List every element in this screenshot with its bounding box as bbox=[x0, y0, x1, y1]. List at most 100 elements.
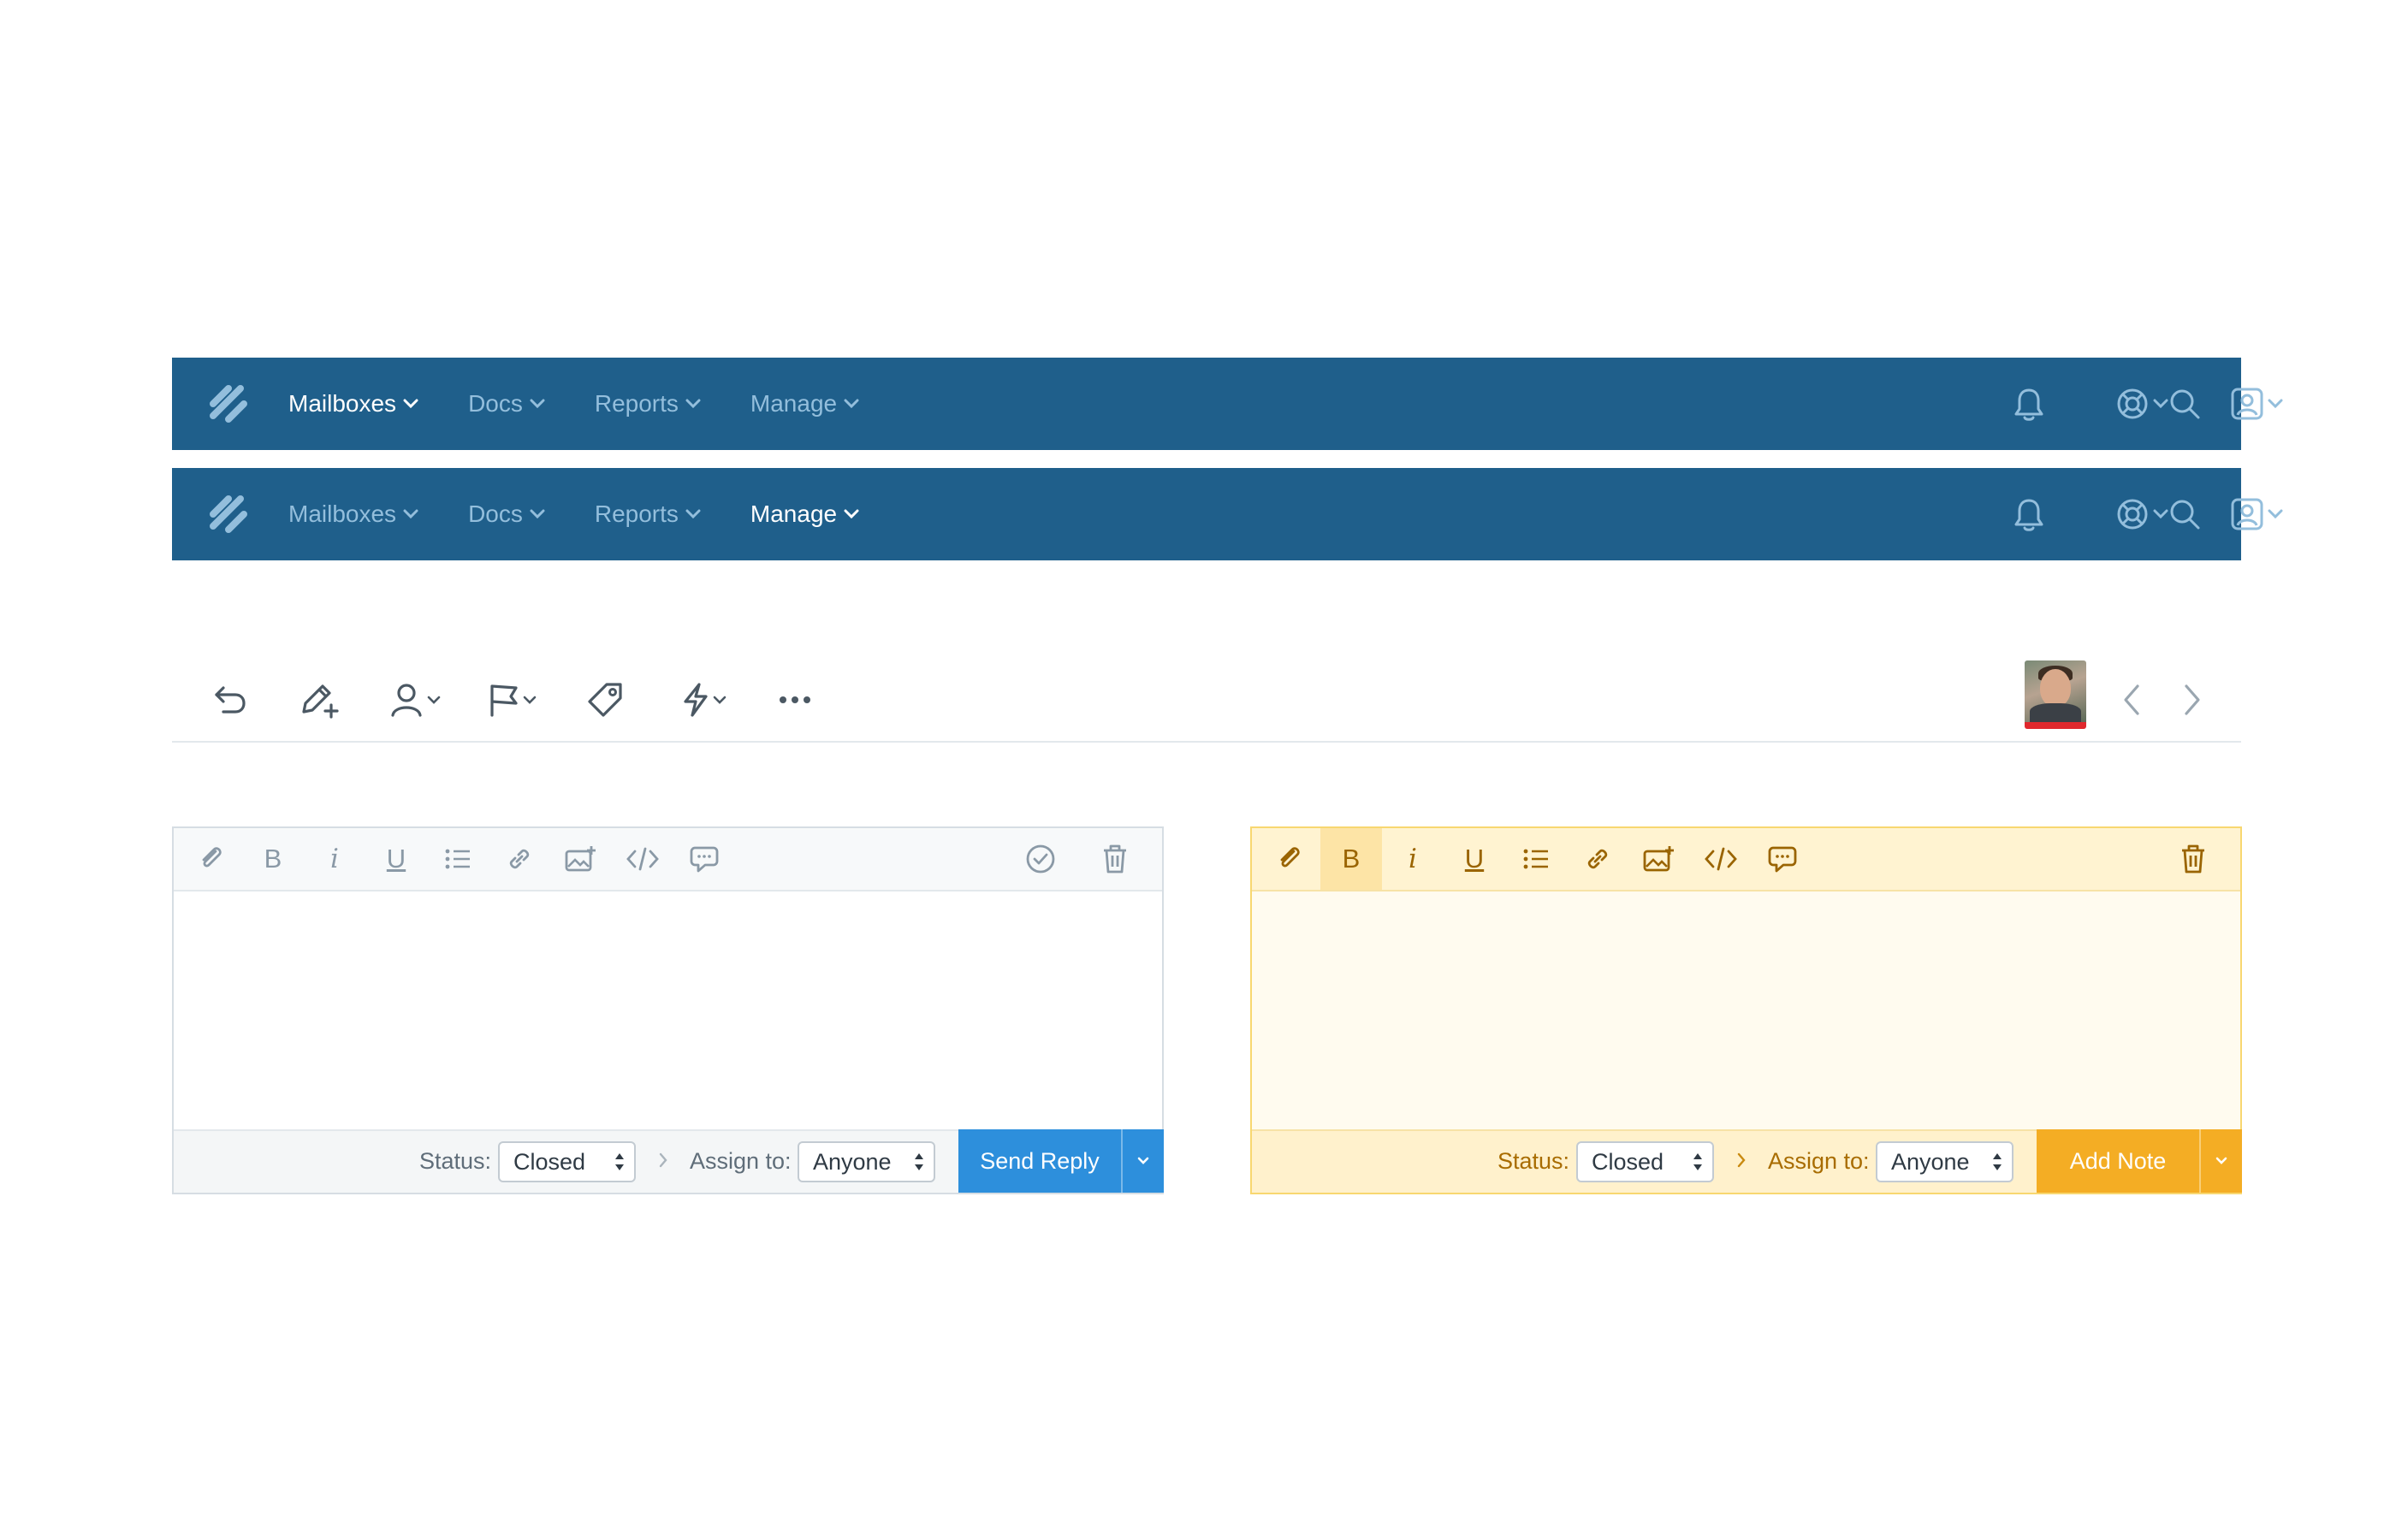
nav-item-label: Reports bbox=[594, 500, 679, 527]
bell-icon[interactable] bbox=[2012, 387, 2046, 423]
saved-reply-icon[interactable] bbox=[673, 828, 735, 890]
trash-icon[interactable] bbox=[1084, 828, 1146, 890]
send-reply-button[interactable]: Send Reply bbox=[958, 1129, 1121, 1193]
nav-item-label: Mailboxes bbox=[288, 500, 397, 527]
status-select[interactable]: Closed bbox=[498, 1141, 636, 1182]
tag-icon[interactable] bbox=[586, 676, 624, 724]
avatar[interactable] bbox=[2025, 660, 2086, 729]
note-editor-toolbar: B i U bbox=[1252, 828, 2240, 891]
assign-select-value: Anyone bbox=[813, 1149, 892, 1175]
nav-item-label: Manage bbox=[750, 500, 838, 527]
profile-icon[interactable] bbox=[2230, 497, 2283, 531]
chevron-down-icon bbox=[2153, 399, 2168, 409]
select-arrows-icon bbox=[614, 1148, 626, 1176]
nav-item-manage[interactable]: Manage bbox=[750, 390, 859, 418]
chevron-down-icon bbox=[844, 399, 859, 409]
list-icon[interactable] bbox=[1505, 828, 1567, 890]
saved-reply-icon[interactable] bbox=[1752, 828, 1813, 890]
reply-editor-body[interactable] bbox=[174, 891, 1162, 1131]
nav-item-label: Manage bbox=[750, 390, 838, 417]
search-icon[interactable] bbox=[2168, 387, 2202, 421]
select-arrows-icon bbox=[913, 1148, 925, 1176]
underline-label: U bbox=[1464, 844, 1485, 874]
lifebuoy-icon[interactable] bbox=[2115, 497, 2168, 531]
chevron-down-icon bbox=[2215, 1156, 2228, 1166]
attachment-icon[interactable] bbox=[181, 828, 242, 890]
assign-label: Assign to: bbox=[690, 1148, 792, 1174]
image-icon[interactable] bbox=[550, 828, 612, 890]
assign-select[interactable]: Anyone bbox=[1876, 1141, 2013, 1182]
nav-menu: Mailboxes Docs Reports Manage bbox=[288, 358, 909, 450]
status-label: Status: bbox=[1498, 1148, 1570, 1174]
previous-icon[interactable] bbox=[2119, 676, 2144, 724]
search-icon[interactable] bbox=[2168, 497, 2202, 531]
nav-item-docs[interactable]: Docs bbox=[468, 390, 545, 418]
helpscout-logo-icon[interactable] bbox=[210, 495, 247, 533]
italic-icon[interactable]: i bbox=[304, 828, 365, 890]
chevron-down-icon bbox=[844, 509, 859, 519]
link-icon[interactable] bbox=[1567, 828, 1628, 890]
note-editor-body[interactable] bbox=[1252, 891, 2240, 1131]
underline-icon[interactable]: U bbox=[365, 828, 427, 890]
bold-icon[interactable]: B bbox=[242, 828, 304, 890]
note-editor-footer: Status: Closed Assign to: Anyone Add Not… bbox=[1252, 1129, 2242, 1193]
more-icon[interactable] bbox=[778, 676, 812, 724]
underline-label: U bbox=[386, 844, 406, 874]
assign-select-value: Anyone bbox=[1891, 1149, 1970, 1175]
image-icon[interactable] bbox=[1628, 828, 1690, 890]
underline-icon[interactable]: U bbox=[1444, 828, 1505, 890]
status-label: Status: bbox=[419, 1148, 492, 1174]
nav-item-mailboxes[interactable]: Mailboxes bbox=[288, 500, 418, 528]
nav-item-reports[interactable]: Reports bbox=[595, 500, 701, 528]
select-arrows-icon bbox=[1991, 1148, 2003, 1176]
add-note-button[interactable]: Add Note bbox=[2037, 1129, 2199, 1193]
chevron-down-icon bbox=[530, 509, 545, 519]
italic-icon[interactable]: i bbox=[1382, 828, 1444, 890]
chevron-down-icon bbox=[403, 399, 418, 409]
workflow-icon[interactable] bbox=[680, 676, 727, 724]
trash-icon[interactable] bbox=[2162, 828, 2224, 890]
chevron-down-icon bbox=[427, 695, 441, 705]
bold-icon[interactable]: B bbox=[1320, 828, 1382, 890]
code-icon[interactable] bbox=[1690, 828, 1752, 890]
top-navbar-manage-active: Mailboxes Docs Reports Manage bbox=[172, 468, 2283, 560]
attachment-icon[interactable] bbox=[1259, 828, 1320, 890]
italic-label: i bbox=[1409, 844, 1417, 874]
assign-label: Assign to: bbox=[1768, 1148, 1870, 1174]
send-options-button[interactable] bbox=[1121, 1129, 1164, 1193]
status-select[interactable]: Closed bbox=[1576, 1141, 1714, 1182]
helpscout-logo-icon[interactable] bbox=[210, 385, 247, 423]
check-circle-icon[interactable] bbox=[1010, 828, 1071, 890]
assign-select[interactable]: Anyone bbox=[798, 1141, 935, 1182]
note-options-button[interactable] bbox=[2199, 1129, 2242, 1193]
next-icon[interactable] bbox=[2180, 676, 2205, 724]
chevron-down-icon bbox=[685, 509, 701, 519]
code-icon[interactable] bbox=[612, 828, 673, 890]
profile-icon[interactable] bbox=[2230, 387, 2283, 421]
nav-item-mailboxes[interactable]: Mailboxes bbox=[288, 390, 418, 418]
nav-item-manage[interactable]: Manage bbox=[750, 500, 859, 528]
italic-label: i bbox=[330, 844, 339, 874]
chevron-down-icon bbox=[713, 695, 727, 705]
assign-icon[interactable] bbox=[389, 676, 441, 724]
nav-item-docs[interactable]: Docs bbox=[468, 500, 545, 528]
reply-editor-footer: Status: Closed Assign to: Anyone Send Re… bbox=[174, 1129, 1164, 1193]
reply-editor: B i U Status: Closed Assign to: Anyone S… bbox=[172, 826, 1164, 1194]
status-flag-icon[interactable] bbox=[487, 676, 537, 724]
conversation-toolbar bbox=[172, 659, 2241, 743]
chevron-down-icon bbox=[530, 399, 545, 409]
lifebuoy-icon[interactable] bbox=[2115, 387, 2168, 421]
note-icon[interactable] bbox=[299, 676, 341, 724]
reply-icon[interactable] bbox=[211, 676, 249, 724]
chevron-down-icon bbox=[685, 399, 701, 409]
chevron-right-icon bbox=[1736, 1152, 1747, 1169]
chevron-down-icon bbox=[2268, 399, 2283, 409]
nav-item-reports[interactable]: Reports bbox=[595, 390, 701, 418]
status-select-value: Closed bbox=[1592, 1149, 1664, 1175]
list-icon[interactable] bbox=[427, 828, 489, 890]
nav-item-label: Docs bbox=[468, 390, 523, 417]
bell-icon[interactable] bbox=[2012, 497, 2046, 533]
chevron-down-icon bbox=[403, 509, 418, 519]
link-icon[interactable] bbox=[489, 828, 550, 890]
bold-label: B bbox=[1342, 844, 1361, 874]
